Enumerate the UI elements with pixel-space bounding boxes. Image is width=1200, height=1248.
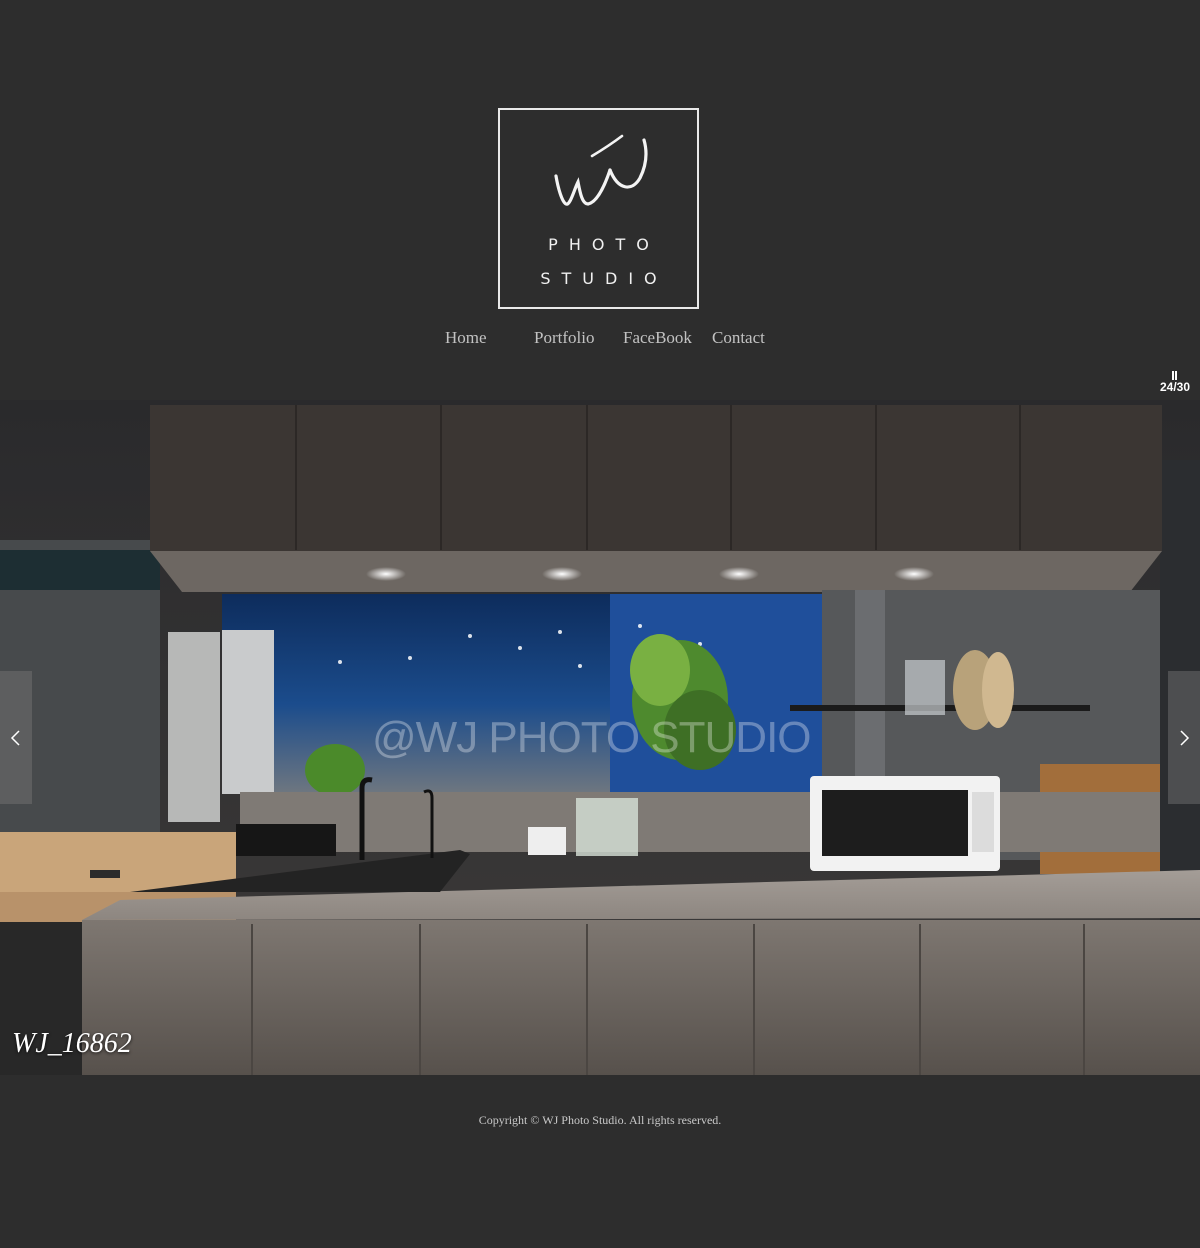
- site-logo[interactable]: PHOTO STUDIO: [498, 108, 699, 309]
- chevron-right-icon: [1180, 730, 1190, 746]
- main-nav: Home Portfolio FaceBook Contact: [0, 328, 1200, 352]
- slideshow-image: @WJ PHOTO STUDIO WJ_16862: [0, 400, 1200, 1075]
- copyright-text: Copyright © WJ Photo Studio. All rights …: [478, 1113, 722, 1127]
- nav-home[interactable]: Home: [445, 328, 487, 348]
- wj-signature-logo: [554, 134, 648, 206]
- slide-counter: 24/30: [1159, 380, 1190, 394]
- photo-caption: WJ_16862: [12, 1028, 132, 1059]
- next-slide-button[interactable]: [1168, 671, 1200, 804]
- nav-portfolio[interactable]: Portfolio: [534, 328, 594, 348]
- photo-watermark: @WJ PHOTO STUDIO: [372, 713, 812, 762]
- nav-contact[interactable]: Contact: [712, 328, 765, 348]
- pause-icon[interactable]: [1171, 371, 1178, 380]
- logo-text-studio: STUDIO: [540, 269, 668, 288]
- chevron-left-icon: [10, 730, 20, 746]
- nav-facebook[interactable]: FaceBook: [623, 328, 692, 348]
- slide-counter-group: 24/30: [1160, 371, 1190, 394]
- logo-text-photo: PHOTO: [548, 235, 660, 254]
- prev-slide-button[interactable]: [0, 671, 32, 804]
